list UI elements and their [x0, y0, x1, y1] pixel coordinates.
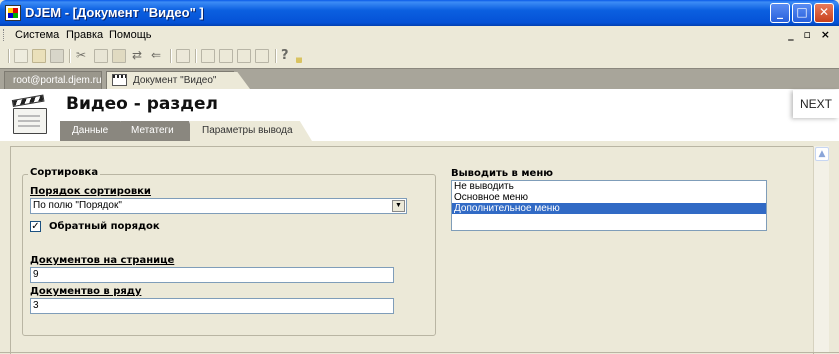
- toolbar-separator: [275, 49, 277, 63]
- clapboard-icon: [112, 74, 127, 86]
- window-title: DJEM - [Документ "Видео" ]: [25, 5, 204, 20]
- doc-tab-label: Документ "Видео": [133, 75, 217, 86]
- toolbar-separator: [170, 49, 172, 63]
- help-icon[interactable]: ?: [281, 49, 295, 63]
- scroll-up-icon[interactable]: ▲: [815, 147, 829, 161]
- per-row-input[interactable]: 3: [30, 298, 394, 314]
- app-icon[interactable]: [5, 5, 21, 21]
- open-icon[interactable]: [32, 49, 46, 63]
- tab-data[interactable]: Данные: [60, 121, 126, 141]
- doc-tab-label: root@portal.djem.ru: [13, 75, 102, 86]
- menu-edit[interactable]: Правка: [66, 29, 103, 41]
- document-header: Видео - раздел Данные Метатеги Параметры…: [0, 89, 839, 141]
- menu-output-listbox[interactable]: Не выводить Основное меню Дополнительное…: [451, 180, 767, 231]
- tab-label: Данные: [72, 125, 109, 136]
- sort-order-label: Порядок сортировки: [30, 186, 151, 197]
- per-page-input[interactable]: 9: [30, 267, 394, 283]
- doc-tab-video[interactable]: Документ "Видео": [106, 71, 234, 89]
- list-icon[interactable]: [219, 49, 233, 63]
- document-tabs: root@portal.djem.ru Документ "Видео": [0, 68, 839, 90]
- tab-output-params[interactable]: Параметры вывода: [190, 121, 312, 141]
- menu-output-label: Выводить в меню: [451, 168, 553, 179]
- tab-notch: [232, 72, 250, 89]
- mdi-controls[interactable]: _ ▫ ×: [788, 28, 833, 41]
- refresh-icon[interactable]: ⇄: [132, 49, 146, 63]
- edit-icon[interactable]: [201, 49, 215, 63]
- paste-icon[interactable]: [112, 49, 126, 63]
- menu-bar: Система Правка Помощь _ ▫ ×: [0, 26, 839, 44]
- sort-order-value: По полю "Порядок": [33, 200, 122, 211]
- reverse-order-label: Обратный порядок: [49, 221, 160, 232]
- new-icon[interactable]: [14, 49, 28, 63]
- next-button[interactable]: NEXT: [793, 90, 839, 118]
- doc-tab-root[interactable]: root@portal.djem.ru: [4, 71, 102, 89]
- tab-metatags[interactable]: Метатеги: [121, 121, 195, 141]
- toolbar: ✂ ⇄ ⇐ ?: [0, 44, 839, 69]
- sort-group-legend: Сортировка: [28, 167, 101, 178]
- save-icon[interactable]: [50, 49, 64, 63]
- vertical-scrollbar[interactable]: ▲: [813, 146, 830, 353]
- list-item[interactable]: Основное меню: [452, 192, 766, 203]
- menubar-grip: [3, 29, 7, 41]
- reverse-order-checkbox[interactable]: ✓: [30, 221, 41, 232]
- page-icon[interactable]: [255, 49, 269, 63]
- title-bar[interactable]: DJEM - [Документ "Видео" ] _ □ ✕: [0, 0, 839, 26]
- sort-order-select[interactable]: По полю "Порядок" ▼: [30, 198, 407, 214]
- window-edge: [829, 141, 839, 353]
- page-title: Видео - раздел: [66, 94, 218, 114]
- tab-label: Параметры вывода: [202, 125, 293, 136]
- toolbar-separator: [69, 49, 71, 63]
- close-button[interactable]: ✕: [814, 3, 834, 23]
- back-icon[interactable]: ⇐: [151, 49, 165, 63]
- chevron-down-icon[interactable]: ▼: [392, 200, 405, 212]
- toolbar-separator: [8, 49, 10, 63]
- tab-label: Метатеги: [131, 125, 174, 136]
- clapboard-icon: [11, 94, 47, 134]
- forward-icon[interactable]: [237, 49, 251, 63]
- dropdown-icon[interactable]: [296, 49, 302, 63]
- toolbar-separator: [195, 49, 197, 63]
- maximize-button[interactable]: □: [792, 3, 812, 23]
- menu-help[interactable]: Помощь: [109, 29, 152, 41]
- per-row-label: Документво в ряду: [30, 286, 142, 297]
- copy-icon[interactable]: [94, 49, 108, 63]
- list-item[interactable]: Дополнительное меню: [452, 203, 766, 214]
- list-item[interactable]: Не выводить: [452, 181, 766, 192]
- minimize-button[interactable]: _: [770, 3, 790, 23]
- menu-system[interactable]: Система: [15, 29, 59, 41]
- document-icon[interactable]: [176, 49, 190, 63]
- per-page-label: Документов на странице: [30, 255, 175, 266]
- cut-icon[interactable]: ✂: [76, 49, 90, 63]
